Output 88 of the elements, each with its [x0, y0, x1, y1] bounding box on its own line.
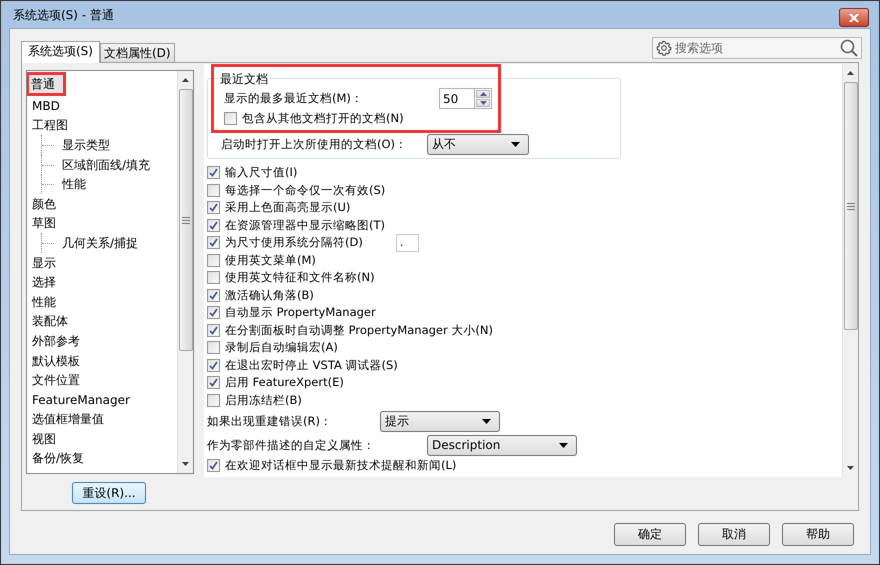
checkbox[interactable] [207, 166, 220, 180]
tree-item[interactable]: FeatureManager [31, 390, 131, 409]
option-label: 启用 FeatureXpert(E) [225, 375, 344, 390]
checkbox[interactable] [207, 271, 220, 284]
tree-item[interactable]: 工程图 [31, 116, 69, 134]
option-label: 输入尺寸值(I) [225, 165, 298, 180]
tree-item[interactable]: 显示类型 [61, 136, 111, 154]
checkbox[interactable] [207, 306, 220, 320]
option-label: 显示的最多最近文档(M)： [224, 91, 363, 106]
scroll-down-icon[interactable] [182, 462, 189, 466]
option-label: 在分割面板时自动调整 PropertyManager 大小(N) [225, 322, 493, 338]
checkbox[interactable] [207, 254, 220, 267]
tree-item[interactable]: MBD [31, 96, 61, 115]
option-label: 激活确认角落(B) [225, 288, 314, 303]
grip-icon [182, 216, 190, 224]
tree-item[interactable]: 区域剖面线/填充 [61, 156, 152, 174]
checkbox[interactable] [207, 358, 220, 372]
tree-item[interactable]: 选值框增量值 [31, 410, 105, 428]
option-label: 在资源管理器中显示缩略图(T) [225, 218, 385, 233]
caret-icon [482, 418, 491, 424]
checkbox[interactable] [207, 341, 220, 354]
scroll-down-icon[interactable] [847, 466, 854, 470]
option-label: 每选择一个命令仅一次有效(S) [225, 182, 386, 198]
checkbox[interactable] [207, 459, 220, 472]
dropdown[interactable]: Description [427, 434, 577, 456]
tree-item[interactable]: 颜色 [31, 194, 57, 213]
tree-item[interactable]: 几何关系/捕捉 [61, 234, 140, 252]
close-icon [849, 14, 859, 22]
tab[interactable]: 文档属性(D) [100, 43, 175, 62]
checkbox[interactable] [207, 184, 220, 197]
caret-icon [511, 142, 520, 147]
checkbox[interactable] [207, 236, 220, 250]
grip-icon [846, 202, 854, 210]
search-field[interactable]: 搜索选项 [652, 37, 862, 59]
tree-item[interactable]: 文件位置 [31, 371, 81, 390]
tree-item[interactable]: 视图 [31, 430, 57, 448]
tree-item[interactable]: 默认模板 [31, 352, 81, 370]
option-label: 录制后自动编辑宏(A) [225, 340, 338, 356]
checkbox[interactable] [207, 201, 220, 214]
increment-icon[interactable] [480, 92, 486, 96]
tree-item[interactable]: 装配体 [31, 312, 69, 330]
reset-button[interactable]: 重设(R)... [72, 482, 146, 504]
checkbox[interactable] [207, 324, 220, 337]
window-title: 系统选项(S) - 普通 [13, 7, 115, 24]
search-input[interactable]: 搜索选项 [675, 40, 837, 56]
checkbox[interactable] [207, 376, 220, 390]
tree-item[interactable]: 草图 [31, 214, 57, 232]
checkbox[interactable] [207, 394, 220, 407]
option-label: 启动时打开上次所使用的文档(O)： [221, 137, 408, 152]
option-label: 如果出现重建错误(R)： [207, 414, 332, 428]
scroll-up-icon[interactable] [847, 71, 854, 75]
option-label: 在退出宏时停止 VSTA 调试器(S) [225, 358, 398, 373]
tree-item[interactable]: 性能 [61, 175, 87, 194]
scrollbar[interactable] [177, 71, 193, 473]
option-label: 包含从其他文档打开的文档(N) [242, 111, 404, 126]
tree-item[interactable]: 外部参考 [31, 332, 81, 350]
dropdown[interactable]: 提示 [380, 410, 500, 432]
decrement-icon[interactable] [480, 101, 486, 105]
number-field[interactable]: 50 [439, 88, 475, 109]
option-label: 启用冻结栏(B) [225, 392, 302, 408]
dialog-button[interactable]: 帮助 [782, 523, 854, 546]
search-icon[interactable] [840, 39, 858, 57]
dialog-button[interactable]: 取消 [698, 523, 770, 546]
separator-field[interactable]: . [396, 234, 419, 252]
gear-icon[interactable] [656, 40, 672, 56]
dialog-button[interactable]: 确定 [614, 523, 686, 546]
tab[interactable]: 系统选项(S) [21, 41, 100, 63]
checkbox[interactable] [207, 218, 220, 232]
option-label: 使用英文特征和文件名称(N) [225, 270, 375, 286]
option-label: 采用上色面高亮显示(U) [225, 200, 350, 216]
tree-item[interactable]: 普通 [27, 72, 66, 96]
tree-item[interactable]: 选择 [31, 273, 57, 292]
close-button[interactable] [839, 8, 869, 27]
option-label: 作为零部件描述的自定义属性： [207, 438, 375, 452]
option-label: 在欢迎对话框中显示最新技术提醒和新闻(L) [225, 458, 456, 474]
tree-item[interactable]: 性能 [31, 292, 57, 311]
scrollbar[interactable] [842, 64, 858, 477]
checkbox[interactable] [207, 288, 220, 302]
tree-item[interactable]: 备份/恢复 [31, 449, 86, 468]
option-label: 使用英文菜单(M) [225, 252, 316, 268]
caret-icon [559, 442, 568, 448]
option-label: 为尺寸使用系统分隔符(D) [225, 235, 363, 250]
checkbox[interactable] [224, 112, 237, 125]
option-label: 自动显示 PropertyManager [225, 305, 376, 320]
group-title: 最近文档 [218, 71, 270, 88]
dropdown[interactable]: 从不 [427, 134, 530, 155]
scroll-up-icon[interactable] [182, 78, 189, 82]
tree-item[interactable]: 显示 [31, 254, 57, 272]
